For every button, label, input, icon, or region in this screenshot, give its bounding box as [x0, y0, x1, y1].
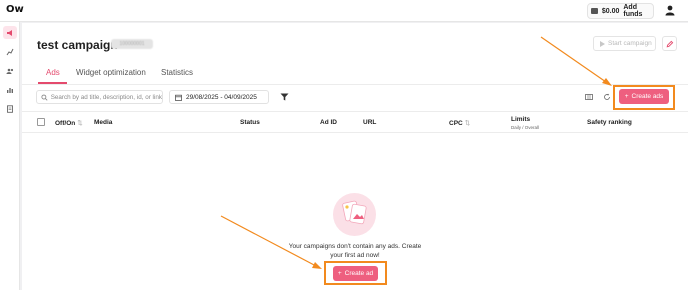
- sidebar-item-reports[interactable]: [3, 83, 17, 96]
- highlight-box-create-ad: [324, 261, 387, 285]
- col-url: URL: [363, 119, 377, 126]
- tab-ads[interactable]: Ads: [46, 68, 60, 77]
- document-icon: [7, 104, 13, 113]
- col-ad-id: Ad ID: [320, 119, 337, 126]
- date-range-value: 29/08/2025 - 04/09/2025: [186, 93, 257, 101]
- megaphone-icon: [7, 29, 12, 36]
- calendar-icon: [175, 94, 182, 101]
- main-panel: test campaign 100000001 Start campaign A…: [22, 23, 688, 290]
- bars-icon: [7, 87, 13, 93]
- col-media: Media: [94, 119, 113, 126]
- col-status: Status: [240, 119, 260, 126]
- col-cpc[interactable]: CPC ⇅: [449, 119, 470, 127]
- search-input[interactable]: Search by ad title, description, id, or …: [36, 90, 163, 104]
- tabs-divider: [22, 84, 688, 85]
- users-icon: [6, 68, 14, 74]
- top-bar: Ow $0.00 Add funds: [0, 0, 688, 22]
- empty-state-message: Your campaigns don't contain any ads. Cr…: [288, 243, 422, 259]
- app-logo[interactable]: Ow: [6, 4, 24, 15]
- col-limits-sub: Daily / Overall: [511, 125, 540, 130]
- sidebar-item-publishers[interactable]: [3, 45, 17, 58]
- table-header: Off/On ⇅ Media Status Ad ID URL CPC ⇅ Limi…: [22, 111, 688, 133]
- user-icon[interactable]: [665, 5, 675, 16]
- chart-up-icon: [6, 48, 14, 55]
- col-safety-ranking: Safety ranking: [587, 119, 632, 126]
- sidebar-item-audiences[interactable]: [3, 64, 17, 77]
- date-range-picker[interactable]: 29/08/2025 - 04/09/2025: [169, 90, 269, 104]
- col-off-on[interactable]: Off/On ⇅: [55, 119, 83, 127]
- pencil-icon: [666, 40, 673, 47]
- tab-statistics[interactable]: Statistics: [161, 68, 193, 77]
- columns-icon[interactable]: [585, 93, 593, 101]
- add-funds-button[interactable]: Add funds: [623, 4, 653, 18]
- empty-state-illustration: [333, 193, 376, 236]
- sidebar-item-documents[interactable]: [3, 102, 17, 115]
- refresh-icon[interactable]: [603, 93, 611, 101]
- balance-amount: $0.00: [601, 7, 620, 15]
- balance-widget[interactable]: $0.00 Add funds: [587, 3, 654, 19]
- search-icon: [41, 94, 48, 101]
- edit-button[interactable]: [662, 36, 677, 51]
- filter-icon[interactable]: [280, 93, 289, 101]
- search-placeholder: Search by ad title, description, id, or …: [50, 93, 162, 101]
- start-campaign-button[interactable]: Start campaign: [593, 36, 656, 51]
- wallet-icon: [591, 8, 598, 14]
- image-cards-icon: [342, 200, 367, 225]
- tab-widget-optimization[interactable]: Widget optimization: [76, 68, 146, 77]
- col-limits: Limits: [511, 116, 531, 123]
- select-all-checkbox[interactable]: [37, 118, 45, 126]
- campaign-id-badge: 100000001: [111, 39, 153, 49]
- page-title: test campaign: [37, 38, 118, 52]
- start-campaign-label: Start campaign: [608, 40, 652, 47]
- highlight-box-create-ads: [613, 85, 675, 110]
- sidebar-item-campaigns[interactable]: [3, 26, 17, 39]
- play-icon: [600, 40, 605, 47]
- sidebar: [0, 22, 20, 290]
